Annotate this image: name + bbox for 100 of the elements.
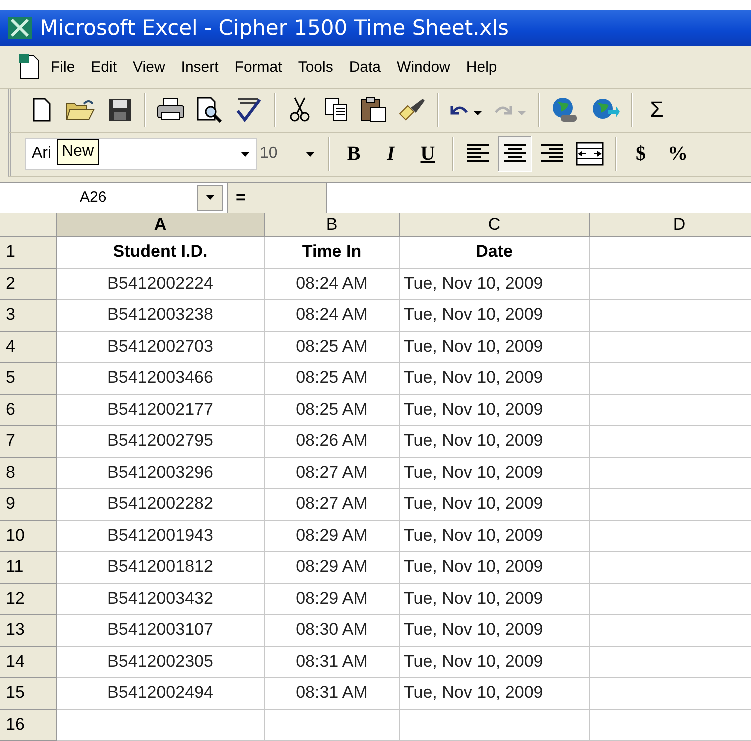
font-size-field[interactable]: 10 — [260, 139, 321, 170]
table-cell: 08:29 AM — [265, 552, 400, 584]
table-cell: 08:31 AM — [265, 646, 400, 678]
window-title: Microsoft Excel - Cipher 1500 Time Sheet.xls — [40, 16, 509, 40]
copy-icon — [325, 98, 349, 122]
table-cell: Tue, Nov 10, 2009 — [400, 458, 590, 490]
table-cell: Tue, Nov 10, 2009 — [400, 363, 590, 395]
row-header[interactable]: 5 — [0, 363, 57, 395]
scissors-icon — [290, 97, 310, 124]
table-cell: 08:31 AM — [265, 678, 400, 710]
equals-sign: = — [236, 188, 246, 208]
italic-button[interactable]: I — [374, 136, 408, 172]
row-header[interactable]: 16 — [0, 710, 57, 741]
table-cell: B5412002282 — [57, 489, 265, 521]
table-cell: 08:27 AM — [265, 489, 400, 521]
table-cell: B5412002224 — [57, 268, 265, 300]
paintbrush-icon — [398, 98, 426, 122]
row-header[interactable]: 9 — [0, 489, 57, 521]
new-document-icon — [32, 98, 52, 122]
table-cell: Tue, Nov 10, 2009 — [400, 646, 590, 678]
table-cell: 08:30 AM — [265, 615, 400, 647]
table-cell: B5412001943 — [57, 520, 265, 552]
tooltip: New — [57, 139, 100, 166]
table-cell: Tue, Nov 10, 2009 — [400, 394, 590, 426]
clipboard-icon — [361, 97, 387, 124]
undo-icon — [450, 104, 483, 117]
table-cell: Date — [400, 237, 590, 269]
menu-item[interactable]: File — [44, 56, 82, 79]
currency-button[interactable]: $ — [624, 136, 658, 172]
row-header[interactable]: 7 — [0, 426, 57, 458]
column-header[interactable]: A — [57, 213, 265, 238]
table-cell: Tue, Nov 10, 2009 — [400, 300, 590, 332]
dropdown-arrow-icon — [306, 152, 315, 157]
menu-item[interactable]: Help — [459, 56, 504, 79]
row-header[interactable]: 13 — [0, 615, 57, 647]
table-cell: B5412001812 — [57, 552, 265, 584]
table-cell: Tue, Nov 10, 2009 — [400, 615, 590, 647]
row-header[interactable]: 10 — [0, 520, 57, 552]
table-cell: B5412003466 — [57, 363, 265, 395]
row-header[interactable]: 4 — [0, 332, 57, 364]
table-cell: Tue, Nov 10, 2009 — [400, 489, 590, 521]
table-cell: Tue, Nov 10, 2009 — [400, 584, 590, 616]
bold-button[interactable]: B — [337, 136, 371, 172]
autosum-button[interactable]: Σ — [640, 92, 674, 128]
redo-icon — [494, 104, 527, 117]
align-center-button[interactable] — [498, 136, 532, 172]
table-cell: B5412003296 — [57, 458, 265, 490]
menu-item[interactable]: Format — [228, 56, 290, 79]
row-header[interactable]: 3 — [0, 300, 57, 332]
table-cell: 08:27 AM — [265, 458, 400, 490]
table-cell: Tue, Nov 10, 2009 — [400, 426, 590, 458]
table-cell: B5412002795 — [57, 426, 265, 458]
print-preview-icon — [196, 97, 224, 124]
spreadsheet-x-icon — [8, 17, 32, 40]
globe-link-icon — [551, 96, 579, 124]
row-header[interactable]: 11 — [0, 552, 57, 584]
menu-item[interactable]: Edit — [84, 56, 124, 79]
table-cell: 08:25 AM — [265, 332, 400, 364]
table-cell: 08:25 AM — [265, 394, 400, 426]
percent-button[interactable]: % — [661, 136, 695, 172]
menu-item[interactable]: Data — [342, 56, 388, 79]
table-cell: B5412003238 — [57, 300, 265, 332]
printer-icon — [157, 98, 185, 122]
column-header[interactable]: C — [400, 213, 590, 238]
table-cell: B5412003432 — [57, 584, 265, 616]
spelling-check-icon — [235, 97, 263, 124]
row-header[interactable]: 8 — [0, 458, 57, 490]
table-cell: 08:24 AM — [265, 300, 400, 332]
document-icon — [18, 53, 42, 82]
column-header[interactable]: D — [590, 213, 751, 238]
row-header[interactable]: 2 — [0, 268, 57, 300]
row-header[interactable]: 15 — [0, 678, 57, 710]
table-cell: Tue, Nov 10, 2009 — [400, 520, 590, 552]
row-header[interactable]: 14 — [0, 646, 57, 678]
table-cell: Time In — [265, 237, 400, 269]
menu-item[interactable]: Tools — [291, 56, 340, 79]
underline-button[interactable]: U — [411, 136, 445, 172]
menu-item[interactable]: View — [126, 56, 172, 79]
row-header[interactable]: 1 — [0, 237, 57, 269]
table-cell: 08:25 AM — [265, 363, 400, 395]
table-cell: Student I.D. — [57, 237, 265, 269]
row-header[interactable]: 12 — [0, 584, 57, 616]
table-cell: B5412002494 — [57, 678, 265, 710]
table-cell: 08:29 AM — [265, 520, 400, 552]
table-cell: 08:24 AM — [265, 268, 400, 300]
merge-cells-icon — [576, 142, 604, 166]
table-cell: Tue, Nov 10, 2009 — [400, 332, 590, 364]
table-cell: B5412002177 — [57, 394, 265, 426]
menu-item[interactable]: Insert — [174, 56, 226, 79]
dropdown-arrow-icon — [241, 152, 250, 157]
column-header[interactable]: B — [265, 213, 400, 238]
folder-icon — [66, 98, 96, 122]
table-cell: B5412002703 — [57, 332, 265, 364]
menu-item[interactable]: Window — [390, 56, 458, 79]
table-cell: 08:29 AM — [265, 584, 400, 616]
table-cell: Tue, Nov 10, 2009 — [400, 552, 590, 584]
row-header[interactable]: 6 — [0, 394, 57, 426]
table-cell: B5412003107 — [57, 615, 265, 647]
table-cell: 08:26 AM — [265, 426, 400, 458]
table-cell: B5412002305 — [57, 646, 265, 678]
